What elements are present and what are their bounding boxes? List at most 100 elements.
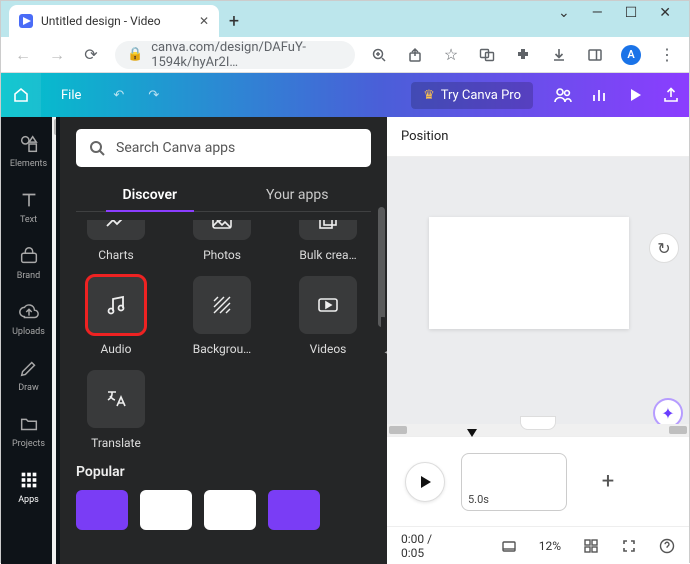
popular-app-1[interactable]: [76, 490, 128, 530]
search-placeholder: Search Canva apps: [116, 140, 235, 156]
stage[interactable]: ↻ ✦: [387, 157, 689, 436]
reload-button[interactable]: ⟳: [81, 45, 101, 65]
new-tab-button[interactable]: +: [219, 5, 249, 37]
app-charts[interactable]: Charts: [76, 220, 156, 262]
redo-button[interactable]: ↷: [136, 88, 171, 103]
translate-extension-icon[interactable]: [477, 45, 497, 65]
app-photos[interactable]: Photos: [182, 220, 262, 262]
page-1[interactable]: [429, 217, 629, 329]
reset-view-icon[interactable]: ↻: [649, 233, 679, 263]
timeline-clip[interactable]: 5.0s: [461, 453, 567, 511]
translate-icon: [104, 387, 128, 411]
browser-toolbar: ← → ⟳ 🔒 canva.com/design/DAFuY-1594k/hyA…: [1, 37, 689, 73]
zoom-level[interactable]: 12%: [539, 539, 561, 553]
app-label: Photos: [203, 248, 241, 262]
sidebar-label: Draw: [18, 383, 38, 393]
sidebar-label: Brand: [17, 271, 40, 281]
sidebar-item-brand[interactable]: Brand: [1, 235, 56, 291]
search-icon: [88, 139, 106, 157]
app-bulk-create[interactable]: Bulk crea…: [288, 220, 368, 262]
profile-avatar[interactable]: A: [621, 45, 641, 65]
app-translate[interactable]: Translate: [76, 370, 156, 450]
app-label: Charts: [98, 248, 133, 262]
playback-time: 0:00 / 0:05: [401, 532, 457, 560]
star-icon[interactable]: ☆: [441, 45, 461, 65]
help-icon[interactable]: [659, 538, 675, 554]
sidebar-label: Apps: [18, 495, 39, 505]
sidebar-item-text[interactable]: Text: [1, 179, 56, 235]
extensions-icon[interactable]: [513, 45, 533, 65]
tab-your-apps[interactable]: Your apps: [224, 179, 372, 211]
canva-appbar: File ↶ ↷ ♛ Try Canva Pro: [1, 73, 689, 117]
collaborators-icon[interactable]: [545, 85, 581, 105]
try-canva-pro-button[interactable]: ♛ Try Canva Pro: [411, 82, 533, 109]
close-tab-icon[interactable]: ✕: [199, 14, 209, 28]
share-button[interactable]: [653, 86, 689, 104]
chevron-down-icon[interactable]: ⌄: [558, 5, 570, 21]
undo-button[interactable]: ↶: [101, 88, 136, 103]
panel-tabs: Discover Your apps: [60, 179, 387, 211]
popular-app-2[interactable]: [140, 490, 192, 530]
window-controls: ⌄ — ☐ ✕: [558, 1, 689, 21]
maximize-icon[interactable]: ☐: [625, 5, 638, 21]
play-button[interactable]: [405, 462, 445, 502]
clip-duration: 5.0s: [468, 493, 489, 506]
status-bar: 0:00 / 0:05 12%: [387, 526, 689, 564]
popular-heading: Popular: [76, 464, 371, 480]
bulk-icon: [316, 220, 340, 233]
sidebar-item-elements[interactable]: Elements: [1, 123, 56, 179]
tab-discover[interactable]: Discover: [76, 179, 224, 211]
play-preview-button[interactable]: [617, 87, 653, 103]
sidebar-item-apps[interactable]: Apps: [1, 459, 56, 515]
grid-view-icon[interactable]: [583, 538, 599, 554]
app-background[interactable]: Backgrou…: [182, 276, 262, 356]
popular-app-3[interactable]: [204, 490, 256, 530]
window-titlebar: Untitled design - Video ✕ + ⌄ — ☐ ✕: [1, 1, 689, 37]
sidebar-label: Uploads: [12, 327, 45, 337]
tab-title: Untitled design - Video: [41, 14, 161, 28]
playhead-icon[interactable]: [467, 429, 477, 437]
analytics-icon[interactable]: [581, 86, 617, 104]
sidebar-item-uploads[interactable]: Uploads: [1, 291, 56, 347]
workarea: Elements Text Brand Uploads Draw Project…: [1, 117, 689, 564]
app-videos[interactable]: Videos: [288, 276, 368, 356]
sidebar-item-projects[interactable]: Projects: [1, 403, 56, 459]
close-window-icon[interactable]: ✕: [659, 5, 671, 21]
zoom-icon[interactable]: [369, 45, 389, 65]
video-icon: [316, 293, 340, 317]
forward-button[interactable]: →: [47, 45, 67, 65]
url-text: canva.com/design/DAFuY-1594k/hyAr2I…: [151, 40, 343, 70]
sidebar-label: Elements: [10, 159, 47, 169]
music-note-icon: [104, 293, 128, 317]
downloads-icon[interactable]: [549, 45, 569, 65]
app-label: Translate: [91, 436, 141, 450]
charts-icon: [104, 220, 128, 233]
browser-tab[interactable]: Untitled design - Video ✕: [9, 5, 219, 37]
search-input[interactable]: Search Canva apps: [76, 129, 371, 167]
fullscreen-icon[interactable]: [621, 538, 637, 554]
address-bar[interactable]: 🔒 canva.com/design/DAFuY-1594k/hyAr2I…: [115, 41, 355, 69]
app-label: Videos: [310, 342, 347, 356]
app-label: Bulk crea…: [299, 248, 356, 262]
app-audio[interactable]: Audio: [76, 276, 156, 356]
side-iconbar: Elements Text Brand Uploads Draw Project…: [1, 117, 56, 564]
back-button[interactable]: ←: [13, 45, 33, 65]
sidepanel-icon[interactable]: [585, 45, 605, 65]
minimize-icon[interactable]: —: [592, 5, 603, 21]
add-clip-button[interactable]: +: [583, 453, 633, 511]
timeline: 5.0s +: [387, 436, 689, 526]
app-label: Backgrou…: [193, 342, 251, 356]
crown-icon: ♛: [423, 88, 435, 103]
file-menu[interactable]: File: [41, 88, 101, 103]
share-icon[interactable]: [405, 45, 425, 65]
position-button[interactable]: Position: [401, 129, 448, 144]
sidebar-label: Projects: [12, 439, 45, 449]
popular-row: [76, 490, 371, 530]
home-button[interactable]: [1, 73, 41, 117]
sidebar-label: Text: [20, 215, 37, 225]
notes-icon[interactable]: [501, 538, 517, 554]
popular-app-4[interactable]: [268, 490, 320, 530]
stage-hscroll[interactable]: [387, 424, 689, 436]
kebab-menu-icon[interactable]: ⋮: [657, 45, 677, 65]
sidebar-item-draw[interactable]: Draw: [1, 347, 56, 403]
